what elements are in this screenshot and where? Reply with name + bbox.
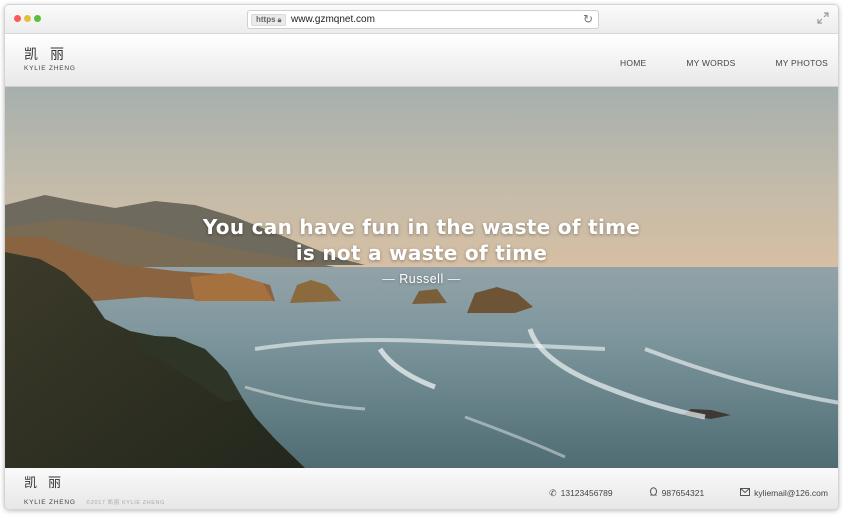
- author-name: Russell: [399, 272, 444, 286]
- minimize-window-button[interactable]: [24, 15, 31, 22]
- quote-line-1: You can have fun in the waste of time: [202, 215, 641, 239]
- copyright-text: ©2017 凯丽 KYLIE ZHENG: [86, 500, 165, 506]
- envelope-icon: [740, 488, 751, 498]
- qq-number: 987654321: [661, 488, 705, 498]
- maximize-window-button[interactable]: [34, 15, 41, 22]
- lock-icon: 🔒︎: [277, 17, 282, 24]
- expand-icon[interactable]: [817, 12, 829, 24]
- contact-phone: ✆ 13123456789: [549, 487, 613, 499]
- contact-email: kyliemail@126.com: [740, 487, 828, 499]
- hero-banner: You can have fun in the waste of time is…: [5, 87, 838, 468]
- contact-qq: 987654321: [649, 487, 705, 499]
- browser-window: https 🔒︎ www.gzmqnet.com ↻ 凯丽 KYLIE ZHENG…: [4, 4, 839, 510]
- hero-quote: You can have fun in the waste of time is…: [5, 214, 838, 286]
- email-address[interactable]: kyliemail@126.com: [754, 488, 828, 498]
- logo-chinese-name: 凯丽: [24, 47, 76, 63]
- phone-icon: ✆: [549, 487, 557, 498]
- site-footer: 凯丽 KYLIE ZHENG ©2017 凯丽 KYLIE ZHENG ✆ 13…: [5, 468, 838, 509]
- quote-line-2: is not a waste of time: [295, 241, 548, 265]
- url-text[interactable]: www.gzmqnet.com: [291, 14, 375, 26]
- nav-my-photos[interactable]: MY PHOTOS: [776, 58, 829, 68]
- address-bar[interactable]: https 🔒︎ www.gzmqnet.com ↻: [247, 10, 599, 29]
- phone-number: 13123456789: [560, 488, 613, 498]
- https-badge: https 🔒︎: [251, 14, 287, 26]
- close-window-button[interactable]: [14, 15, 21, 22]
- contact-info: ✆ 13123456789 987654321 kyliemail@126.co…: [513, 487, 828, 499]
- reload-icon[interactable]: ↻: [583, 12, 593, 27]
- footer-logo-chinese-name: 凯丽: [24, 476, 73, 491]
- nav-home[interactable]: HOME: [620, 58, 646, 68]
- author-dash-right: —: [447, 272, 461, 286]
- footer-logo: 凯丽 KYLIE ZHENG ©2017 凯丽 KYLIE ZHENG: [24, 476, 165, 509]
- logo-english-name: KYLIE ZHENG: [24, 65, 76, 72]
- browser-toolbar: https 🔒︎ www.gzmqnet.com ↻: [5, 5, 838, 34]
- site-header: 凯丽 KYLIE ZHENG HOME MY WORDS MY PHOTOS: [5, 34, 838, 87]
- nav-my-words[interactable]: MY WORDS: [686, 58, 735, 68]
- quote-author: — Russell —: [5, 272, 838, 286]
- footer-logo-english-name: KYLIE ZHENG: [24, 499, 76, 506]
- author-dash-left: —: [382, 272, 396, 286]
- site-logo[interactable]: 凯丽 KYLIE ZHENG: [24, 47, 84, 72]
- main-nav: HOME MY WORDS MY PHOTOS: [580, 58, 828, 68]
- qq-penguin-icon: [649, 487, 658, 499]
- https-label: https: [256, 15, 276, 24]
